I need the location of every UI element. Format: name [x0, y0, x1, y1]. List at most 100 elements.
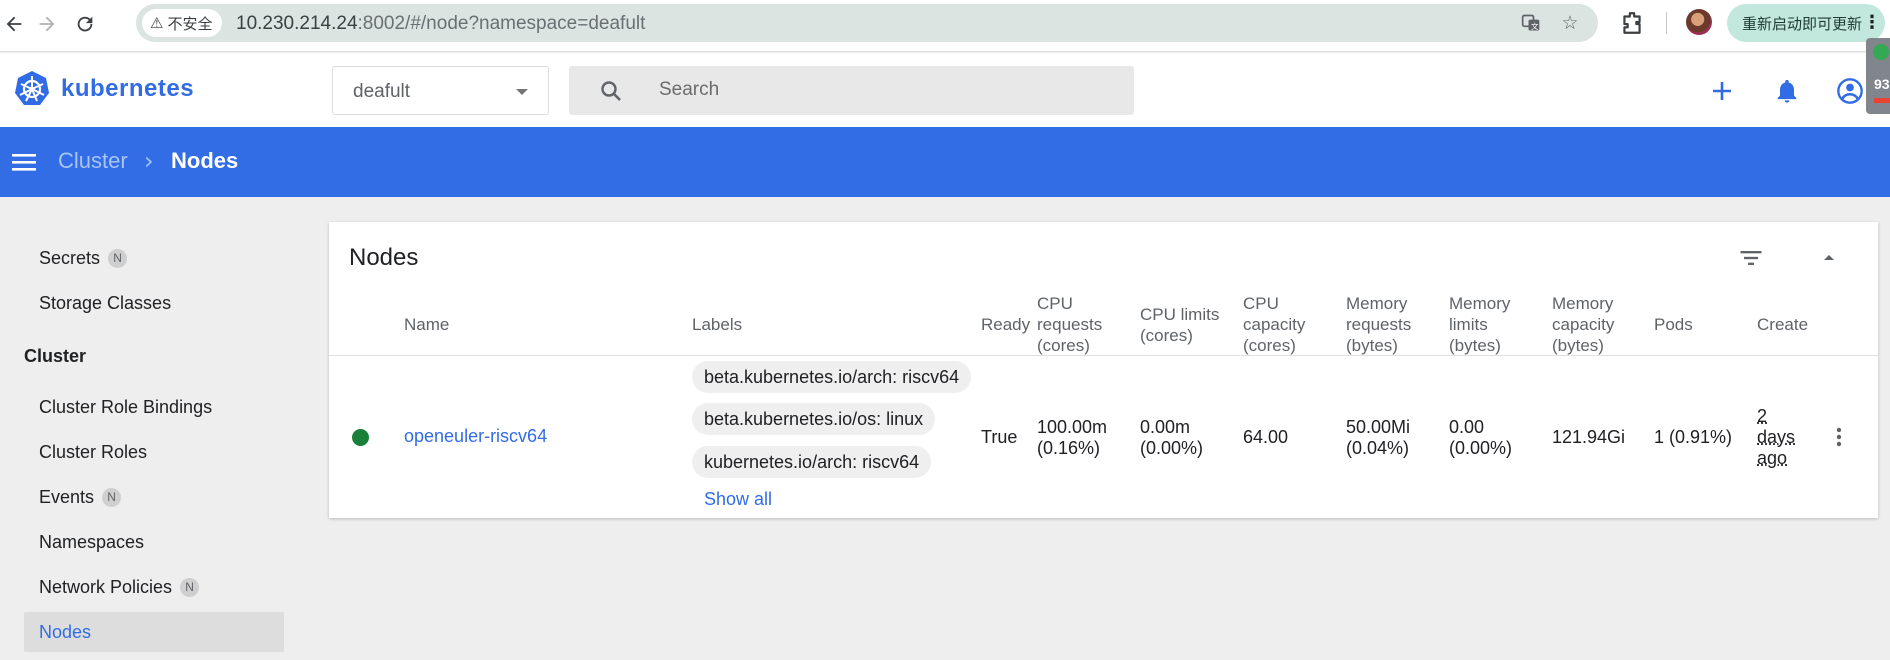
update-button-label: 重新启动即可更新 [1742, 15, 1863, 33]
sidebar-item-secrets[interactable]: Secrets N [24, 238, 284, 278]
pods-value: 1 (0.91%) [1654, 427, 1733, 447]
page-toolbar: Cluster › Nodes [0, 127, 1890, 197]
column-header-cpu-requests: CPU requests (cores) [1037, 293, 1102, 356]
reload-icon[interactable] [71, 10, 99, 38]
column-header-line: (bytes) [1346, 336, 1398, 355]
namespaced-badge: N [108, 248, 128, 268]
bookmark-star-icon[interactable]: ☆ [1559, 12, 1581, 34]
column-header-line: (bytes) [1449, 336, 1501, 355]
filter-list-icon[interactable] [1737, 244, 1765, 272]
column-header-labels: Labels [692, 315, 743, 334]
sidebar-item-network-policies[interactable]: Network Policies N [24, 567, 284, 607]
url-text[interactable]: 10.230.214.24:8002/#/node?namespace=deaf… [236, 13, 645, 35]
breadcrumb-current: Nodes [171, 148, 239, 173]
column-header-line: (cores) [1243, 336, 1296, 355]
expand-less-icon[interactable] [1817, 246, 1841, 270]
warning-icon: ⚠ [150, 14, 164, 32]
sidebar-item-cluster-role-bindings[interactable]: Cluster Role Bindings [24, 387, 284, 427]
label-chip: beta.kubernetes.io/arch: riscv64 [692, 361, 972, 393]
extension-badge-widget[interactable]: 93 [1866, 38, 1890, 114]
column-header-line: (cores) [1140, 326, 1193, 345]
dropdown-caret-icon [516, 89, 528, 95]
column-header-line: Memory [1449, 294, 1511, 313]
column-header-line: CPU [1037, 294, 1073, 313]
extensions-icon[interactable] [1619, 10, 1645, 36]
cpu-limits-value: 0.00m (0.00%) [1140, 417, 1203, 459]
security-label: 不安全 [167, 15, 213, 33]
column-header-memory-requests: Memory requests (bytes) [1346, 293, 1411, 356]
cell-line: days [1757, 427, 1796, 447]
column-header-line: capacity [1243, 315, 1306, 334]
security-chip[interactable]: ⚠ 不安全 [142, 9, 223, 37]
kubernetes-logo-icon[interactable] [14, 70, 50, 106]
cell-line: 100.00m [1037, 417, 1108, 437]
account-circle-icon[interactable] [1836, 77, 1864, 105]
more-vert-icon[interactable]: ⋮ [1863, 12, 1881, 33]
toolbar-divider [1666, 12, 1667, 34]
sidebar-item-nodes[interactable]: Nodes [24, 612, 284, 652]
chevron-right-icon: › [144, 147, 154, 175]
ready-value: True [981, 427, 1018, 447]
header-divider [329, 355, 1878, 356]
search-icon [599, 79, 623, 103]
column-header-line: CPU [1243, 294, 1279, 313]
notifications-bell-icon[interactable] [1773, 77, 1801, 105]
column-header-cpu-capacity: CPU capacity (cores) [1243, 293, 1305, 356]
created-age-value: 2 days ago [1757, 406, 1797, 469]
cell-line: (0.00%) [1140, 438, 1204, 458]
cell-line: 50.00Mi [1346, 417, 1411, 437]
cell-line: 0.00 [1449, 417, 1485, 437]
cell-line: (0.16%) [1037, 438, 1101, 458]
menu-hamburger-icon[interactable] [12, 150, 36, 174]
sidebar: Secrets N Storage Classes Cluster Cluste… [0, 197, 300, 660]
column-header-created[interactable]: Create [1757, 314, 1808, 335]
nodes-card: Nodes Name Labels Ready CPU requests (co… [329, 222, 1878, 518]
cell-line: (0.04%) [1346, 438, 1410, 458]
check-icon [1873, 44, 1889, 60]
browser-chrome: ⚠ 不安全 10.230.214.24:8002/#/node?namespac… [0, 0, 1890, 52]
breadcrumb-cluster[interactable]: Cluster [58, 148, 128, 174]
row-actions-more-vert-icon[interactable] [1827, 425, 1851, 449]
memory-limits-value: 0.00 (0.00%) [1449, 417, 1512, 459]
url-host: 10.230.214.24 [236, 13, 358, 34]
sidebar-item-events[interactable]: Events N [24, 477, 284, 517]
update-button[interactable]: 重新启动即可更新 ⋮ [1727, 4, 1885, 42]
sidebar-item-label: Storage Classes [39, 292, 172, 313]
sidebar-item-namespaces[interactable]: Namespaces [24, 522, 284, 562]
column-header-line: requests [1037, 315, 1103, 334]
memory-requests-value: 50.00Mi (0.04%) [1346, 417, 1410, 459]
column-header-line: (bytes) [1552, 336, 1604, 355]
cpu-requests-value: 100.00m (0.16%) [1037, 417, 1107, 459]
url-path: :8002/#/node?namespace=deafult [357, 13, 646, 34]
brand-name[interactable]: kubernetes [61, 75, 194, 103]
node-name-link[interactable]: openeuler-riscv64 [404, 426, 547, 447]
back-icon[interactable] [0, 10, 28, 38]
add-icon[interactable] [1708, 77, 1736, 105]
sidebar-item-label: Namespaces [39, 531, 145, 552]
cell-line: ago [1757, 448, 1788, 468]
translate-icon[interactable]: 文 [1520, 12, 1542, 34]
address-bar[interactable]: ⚠ 不安全 10.230.214.24:8002/#/node?namespac… [136, 4, 1598, 42]
forward-icon[interactable] [33, 10, 61, 38]
sidebar-item-storage-classes[interactable]: Storage Classes [24, 283, 284, 323]
sidebar-item-cluster-roles[interactable]: Cluster Roles [24, 432, 284, 472]
search-bar[interactable] [569, 66, 1134, 115]
namespaced-badge: N [180, 577, 200, 597]
show-all-labels-link[interactable]: Show all [704, 489, 772, 510]
extension-badge-bar [1874, 98, 1890, 103]
sidebar-section-cluster[interactable]: Cluster [24, 346, 86, 367]
column-header-name[interactable]: Name [404, 314, 449, 335]
memory-capacity-value: 121.94Gi [1552, 427, 1626, 447]
profile-avatar[interactable] [1686, 9, 1712, 35]
svg-text:文: 文 [1531, 21, 1539, 31]
extension-badge-count: 93 [1874, 76, 1890, 92]
column-header-line: Memory [1552, 294, 1614, 313]
column-header-line: requests [1346, 315, 1412, 334]
sidebar-item-label: Secrets [39, 247, 101, 268]
search-input[interactable] [659, 76, 1099, 104]
sidebar-item-label: Cluster Roles [39, 441, 148, 462]
column-header-line: (cores) [1037, 336, 1090, 355]
namespace-value: deafult [353, 81, 411, 102]
cpu-capacity-value: 64.00 [1243, 427, 1289, 447]
namespace-selector[interactable]: deafult [332, 66, 549, 115]
